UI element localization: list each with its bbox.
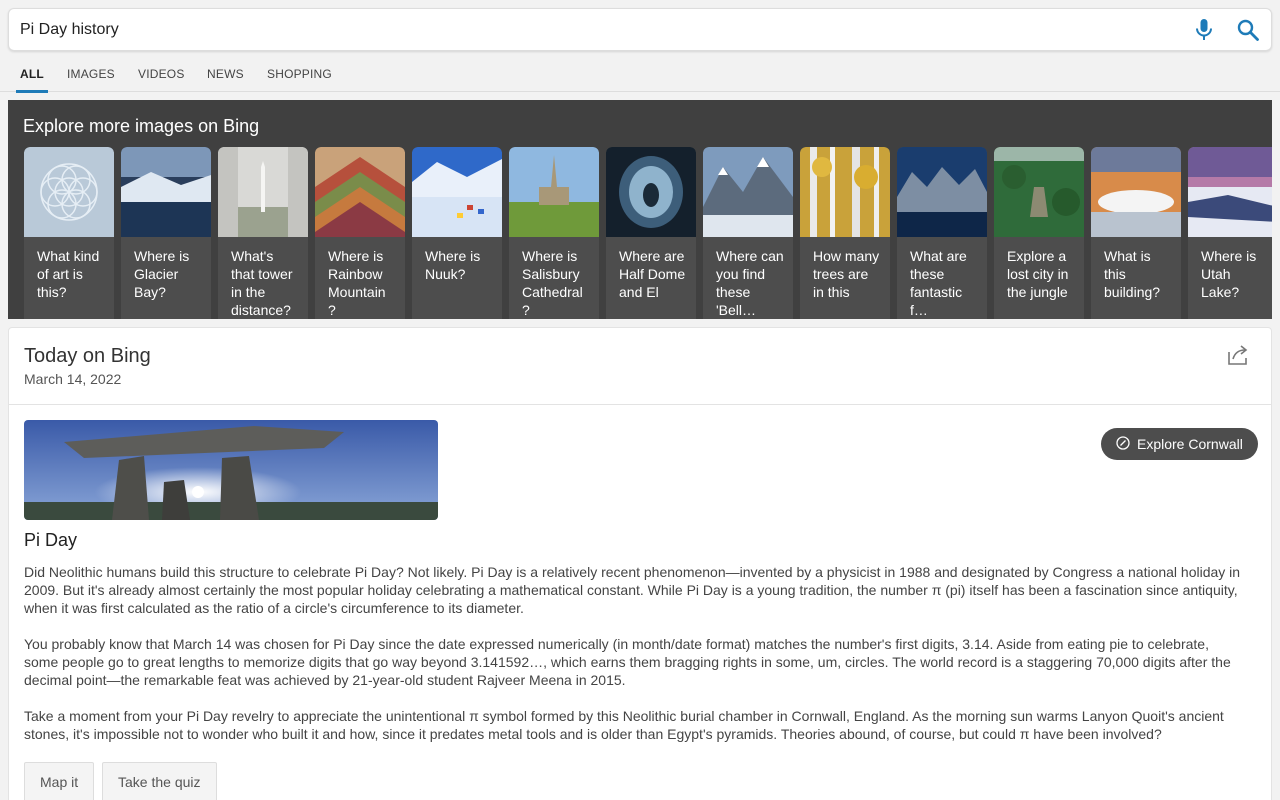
image-card-formations[interactable]: What are these fantastic f… [897,147,987,319]
map-it-button[interactable]: Map it [24,762,95,800]
image-card-art[interactable]: What kind of art is this? [24,147,114,319]
card-caption: What are these fantastic f… [910,248,967,318]
article-paragraph: Take a moment from your Pi Day revelry t… [24,708,1224,742]
image-card-tower[interactable]: What's that tower in the distance? [218,147,308,319]
card-caption: What kind of art is this? [37,248,100,300]
panel-title: Today on Bing [24,345,151,367]
card-thumbnail [412,147,502,237]
article-paragraph: You probably know that March 14 was chos… [24,636,1231,688]
tab-shopping[interactable]: SHOPPING [267,56,332,92]
microphone-icon[interactable] [1183,9,1225,51]
image-card-bells[interactable]: Where can you find these 'Bell… [703,147,793,319]
card-caption: Explore a lost city in the jungle [1007,248,1069,300]
take-quiz-button[interactable]: Take the quiz [102,762,217,800]
card-thumbnail [1091,147,1181,237]
image-card-building[interactable]: What is this building? [1091,147,1181,319]
image-card-salisbury-cathedral[interactable]: Where is Salisbury Cathedral ? [509,147,599,319]
article-paragraph: Did Neolithic humans build this structur… [24,564,1241,616]
card-caption: Where is Salisbury Cathedral ? [522,248,583,318]
search-icon[interactable] [1227,9,1269,51]
article-title: Pi Day [24,530,78,550]
image-card-rainbow-mountain[interactable]: Where is Rainbow Mountain ? [315,147,405,319]
card-thumbnail [509,147,599,237]
card-caption: Where is Rainbow Mountain ? [328,248,386,318]
share-icon[interactable] [1227,344,1253,368]
image-card-nuuk[interactable]: Where is Nuuk? [412,147,502,319]
image-card-utah-lake[interactable]: Where is Utah Lake? [1188,147,1272,319]
tab-all[interactable]: ALL [16,56,48,93]
today-on-bing-panel: Today on Bing March 14, 2022 Explore Cor… [8,327,1272,800]
tab-images[interactable]: IMAGES [67,56,115,92]
card-thumbnail [121,147,211,237]
explore-images-carousel: Explore more images on Bing What kind of… [8,100,1272,319]
card-caption: Where is Nuuk? [425,248,481,282]
card-thumbnail [703,147,793,237]
image-card-trees[interactable]: How many trees are in this [800,147,890,319]
carousel-title: Explore more images on Bing [23,116,260,136]
panel-date: March 14, 2022 [24,371,122,387]
card-thumbnail [606,147,696,237]
card-thumbnail [800,147,890,237]
card-thumbnail [897,147,987,237]
tab-news[interactable]: NEWS [207,56,244,92]
card-thumbnail [994,147,1084,237]
card-caption: Where is Utah Lake? [1201,248,1257,300]
compass-icon [1116,435,1130,453]
explore-cornwall-button[interactable]: Explore Cornwall [1101,428,1258,460]
hero-image[interactable] [24,420,438,520]
image-card-glacier-bay[interactable]: Where is Glacier Bay? [121,147,211,319]
image-card-lost-city[interactable]: Explore a lost city in the jungle [994,147,1084,319]
divider [9,404,1271,405]
search-scope-tabs: ALL IMAGES VIDEOS NEWS SHOPPING [0,56,1280,93]
card-thumbnail [315,147,405,237]
image-card-half-dome[interactable]: Where are Half Dome and El [606,147,696,319]
tab-videos[interactable]: VIDEOS [138,56,185,92]
search-input[interactable] [9,9,1183,50]
card-caption: Where can you find these 'Bell… [716,248,784,318]
search-bar [8,8,1272,51]
card-caption: Where is Glacier Bay? [134,248,190,300]
card-caption: What is this building? [1104,248,1161,300]
explore-cornwall-label: Explore Cornwall [1137,436,1243,452]
card-caption: What's that tower in the distance? [231,248,293,318]
card-thumbnail [218,147,308,237]
card-caption: How many trees are in this [813,248,880,300]
card-thumbnail [24,147,114,237]
card-caption: Where are Half Dome and El [619,248,686,300]
card-thumbnail [1188,147,1272,237]
